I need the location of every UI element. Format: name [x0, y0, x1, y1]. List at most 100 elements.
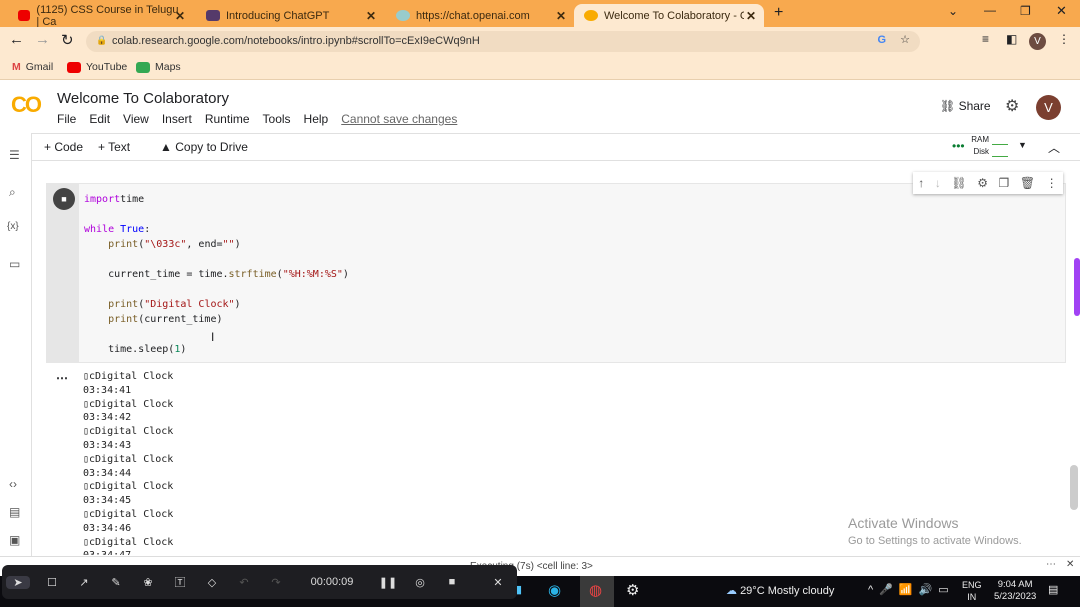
gear-icon[interactable]: ⚙ — [977, 176, 988, 190]
menu-edit[interactable]: Edit — [89, 112, 110, 126]
bookmark-gmail[interactable]: M Gmail — [12, 61, 53, 73]
star-icon[interactable]: ☆ — [900, 33, 910, 46]
back-icon[interactable]: ← — [9, 31, 24, 48]
command-palette-icon[interactable]: ▤ — [9, 505, 20, 519]
chrome-taskbar-button[interactable]: ◍ — [580, 576, 614, 607]
reload-icon[interactable]: ↻ — [61, 31, 74, 49]
menu-help[interactable]: Help — [304, 112, 329, 126]
more-icon[interactable]: ⋮ — [1046, 176, 1058, 190]
side-panel-icon[interactable]: ◧ — [1006, 32, 1017, 46]
tab-youtube[interactable]: (1125) CSS Course in Telugu | Ca ✕ — [8, 4, 193, 28]
text-tool-icon[interactable]: 🅃 — [164, 574, 196, 590]
tab-openai[interactable]: https://chat.openai.com ✕ — [386, 4, 574, 27]
select-tool-icon[interactable]: ➤ — [6, 575, 30, 589]
minimize-button[interactable]: — — [984, 3, 996, 17]
forward-icon[interactable]: → — [35, 31, 50, 48]
restore-button[interactable]: ❐ — [1020, 4, 1031, 18]
status-close-icon[interactable]: ✕ — [1066, 559, 1074, 570]
highlighter-tool-icon[interactable]: ❀ — [132, 576, 164, 589]
menu-icon[interactable]: ⋮ — [1058, 32, 1070, 46]
toc-icon[interactable]: ☰ — [9, 148, 20, 162]
stop-execution-button[interactable]: ■ — [53, 188, 75, 210]
notebook-toolbar: + Code + Text ▲ Copy to Drive ••• RAM Di… — [32, 133, 1080, 161]
delete-icon[interactable]: 🗑 — [1020, 176, 1035, 190]
arrow-tool-icon[interactable]: ↗ — [68, 576, 100, 589]
copy-to-drive-button[interactable]: ▲ Copy to Drive — [160, 140, 248, 154]
search-icon[interactable]: ⌕ — [9, 185, 16, 200]
reading-list-icon[interactable]: ≡ — [982, 32, 989, 46]
tab-search-icon[interactable]: ⌄ — [948, 4, 958, 18]
close-icon[interactable]: ✕ — [366, 9, 376, 23]
redo-icon[interactable]: ↷ — [260, 576, 292, 589]
notebook-title[interactable]: Welcome To Colaboratory — [57, 90, 229, 107]
add-text-button[interactable]: + Text — [98, 140, 130, 154]
window-close-button[interactable]: ✕ — [1056, 3, 1067, 19]
link-icon[interactable]: ⛓ — [951, 176, 966, 190]
settings-icon[interactable]: ⚙ — [1005, 96, 1019, 116]
google-icon[interactable]: G — [877, 34, 886, 46]
menu-insert[interactable]: Insert — [162, 112, 192, 126]
add-code-button[interactable]: + Code — [44, 140, 83, 154]
pen-tool-icon[interactable]: ✎ — [100, 576, 132, 589]
code-snippets-icon[interactable]: ‹› — [9, 477, 17, 491]
variables-icon[interactable]: {x} — [7, 221, 19, 232]
move-down-icon[interactable]: ↓ — [935, 176, 941, 190]
edge-icon[interactable]: ◉ — [548, 581, 561, 599]
terminal-icon[interactable]: ▣ — [9, 533, 20, 547]
close-icon[interactable]: ✕ — [746, 9, 756, 23]
menu-file[interactable]: File — [57, 112, 76, 126]
cell-gutter — [47, 184, 79, 362]
move-up-icon[interactable]: ↑ — [918, 176, 924, 190]
recording-timer: 00:00:09 — [310, 576, 354, 588]
weather-widget[interactable]: ☁ 29°C Mostly cloudy — [726, 584, 834, 597]
code-token: print — [108, 314, 139, 325]
profile-avatar[interactable]: V — [1029, 33, 1046, 50]
restart-icon[interactable]: ◎ — [404, 576, 436, 589]
output-line: ▯cDigital Clock — [83, 481, 174, 493]
settings-icon[interactable]: ⚙ — [626, 581, 639, 599]
rectangle-tool-icon[interactable]: ☐ — [36, 576, 68, 589]
colab-logo[interactable]: CO — [11, 92, 42, 118]
tab-colab[interactable]: Welcome To Colaboratory - Colab✕ — [574, 4, 764, 27]
language-indicator[interactable]: ENG IN — [962, 579, 982, 603]
output-actions-icon[interactable]: ⋯ — [56, 371, 68, 385]
collapse-icon[interactable]: ︿ — [1048, 139, 1060, 156]
share-button[interactable]: ⛓ Share — [940, 99, 991, 113]
bookmark-maps[interactable]: Maps — [136, 61, 181, 73]
lock-icon: 🔒 — [96, 35, 108, 45]
tab-chatgpt[interactable]: Introducing ChatGPT ✕ — [196, 4, 384, 27]
close-icon[interactable]: ✕ — [556, 9, 566, 23]
eraser-tool-icon[interactable]: ◇ — [196, 576, 228, 589]
clock[interactable]: 9:04 AM 5/23/2023 — [994, 579, 1036, 603]
code-token: while — [84, 224, 121, 235]
undo-icon[interactable]: ↶ — [228, 576, 260, 589]
code-token: print — [108, 239, 139, 250]
cannot-save-link[interactable]: Cannot save changes — [341, 112, 457, 126]
scrollbar[interactable] — [1070, 465, 1078, 510]
url-input[interactable]: 🔒 colab.research.google.com/notebooks/int… — [86, 31, 920, 52]
stop-icon[interactable]: ■ — [436, 576, 468, 588]
notifications-icon[interactable]: ▤ — [1048, 583, 1058, 596]
bookmarks-bar: M Gmail YouTube Maps — [0, 55, 1080, 80]
tray-icons[interactable]: ^🎤📶🔊▭ — [868, 583, 955, 596]
runtime-dropdown-icon[interactable]: ▼ — [1018, 140, 1027, 150]
tab-bar: (1125) CSS Course in Telugu | Ca ✕ Introd… — [0, 0, 1080, 28]
menu-tools[interactable]: Tools — [263, 112, 291, 126]
status-more-icon[interactable]: ⋯ — [1046, 559, 1056, 570]
avatar[interactable]: V — [1036, 95, 1061, 120]
pause-icon[interactable]: ❚❚ — [372, 576, 404, 589]
bookmark-youtube[interactable]: YouTube — [67, 61, 127, 73]
executing-dots: ••• — [952, 139, 965, 153]
new-tab-button[interactable]: + — [774, 4, 783, 22]
close-recorder-icon[interactable]: ✕ — [482, 576, 514, 589]
code-cell[interactable]: ■ importtime while True: print("\033c", e… — [46, 172, 1066, 363]
output-line: 03:34:45 — [83, 495, 132, 507]
mirror-cell-icon[interactable]: ❐ — [999, 176, 1010, 190]
output-text: ▯cDigital Clock 03:34:41 ▯cDigital Clock 03… — [83, 370, 173, 555]
menu-runtime[interactable]: Runtime — [205, 112, 250, 126]
code-editor[interactable]: importtime while True: print("\033c", end… — [84, 192, 349, 357]
folder-icon[interactable]: ▭ — [9, 257, 20, 271]
menu-view[interactable]: View — [123, 112, 149, 126]
close-icon[interactable]: ✕ — [175, 9, 185, 23]
colab-icon — [584, 10, 598, 21]
